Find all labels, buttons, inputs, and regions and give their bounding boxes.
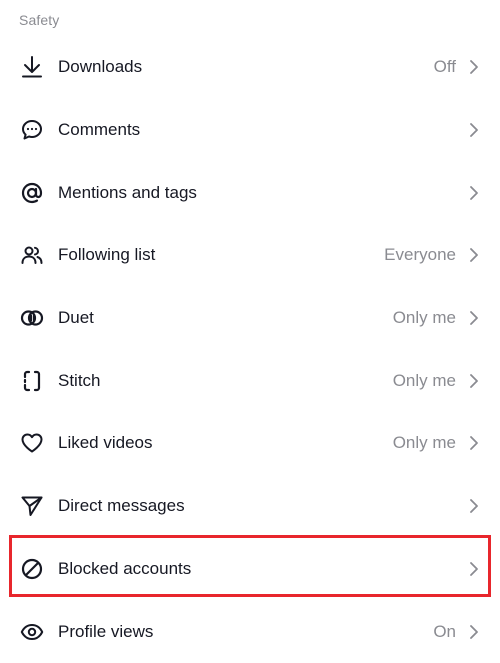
send-icon [19, 493, 45, 519]
chevron-right-icon [468, 498, 480, 514]
at-sign-icon [19, 180, 45, 206]
settings-row-mentions[interactable]: Mentions and tags [0, 161, 500, 224]
heart-icon [19, 430, 45, 456]
chevron-right-icon [468, 59, 480, 75]
row-label: Liked videos [58, 433, 153, 453]
settings-row-comments[interactable]: Comments [0, 99, 500, 162]
row-value: Only me [392, 433, 456, 453]
settings-row-direct-messages[interactable]: Direct messages [0, 475, 500, 538]
settings-row-liked-videos[interactable]: Liked videos Only me [0, 412, 500, 475]
chevron-right-icon [468, 247, 480, 263]
settings-row-duet[interactable]: Duet Only me [0, 287, 500, 350]
people-icon [19, 242, 45, 268]
stitch-icon [19, 368, 45, 394]
comment-icon [19, 117, 45, 143]
row-label: Stitch [58, 370, 101, 390]
chevron-right-icon [468, 310, 480, 326]
chevron-right-icon [468, 435, 480, 451]
settings-row-blocked-accounts[interactable]: Blocked accounts [0, 538, 500, 601]
download-icon [19, 54, 45, 80]
row-value: Off [433, 57, 456, 77]
row-label: Blocked accounts [58, 558, 192, 578]
settings-row-following-list[interactable]: Following list Everyone [0, 224, 500, 287]
row-label: Direct messages [58, 496, 185, 516]
chevron-right-icon [468, 185, 480, 201]
settings-row-stitch[interactable]: Stitch Only me [0, 349, 500, 412]
row-label: Following list [58, 245, 156, 265]
row-value: Only me [392, 308, 456, 328]
safety-settings-page: Safety Downloads Off Comments Mentions a… [0, 0, 500, 663]
row-label: Profile views [58, 621, 154, 641]
chevron-right-icon [468, 122, 480, 138]
chevron-right-icon [468, 561, 480, 577]
row-label: Downloads [58, 57, 143, 77]
settings-row-profile-views[interactable]: Profile views On [0, 600, 500, 663]
eye-icon [19, 619, 45, 645]
chevron-right-icon [468, 373, 480, 389]
row-value: Only me [392, 370, 456, 390]
row-value: Everyone [384, 245, 456, 265]
row-value: On [433, 621, 456, 641]
section-title: Safety [19, 12, 60, 28]
settings-list: Downloads Off Comments Mentions and tags… [0, 36, 500, 663]
row-label: Comments [58, 120, 141, 140]
settings-row-downloads[interactable]: Downloads Off [0, 36, 500, 99]
duet-icon [19, 305, 45, 331]
chevron-right-icon [468, 624, 480, 640]
row-label: Mentions and tags [58, 182, 197, 202]
block-icon [19, 556, 45, 582]
row-label: Duet [58, 308, 94, 328]
